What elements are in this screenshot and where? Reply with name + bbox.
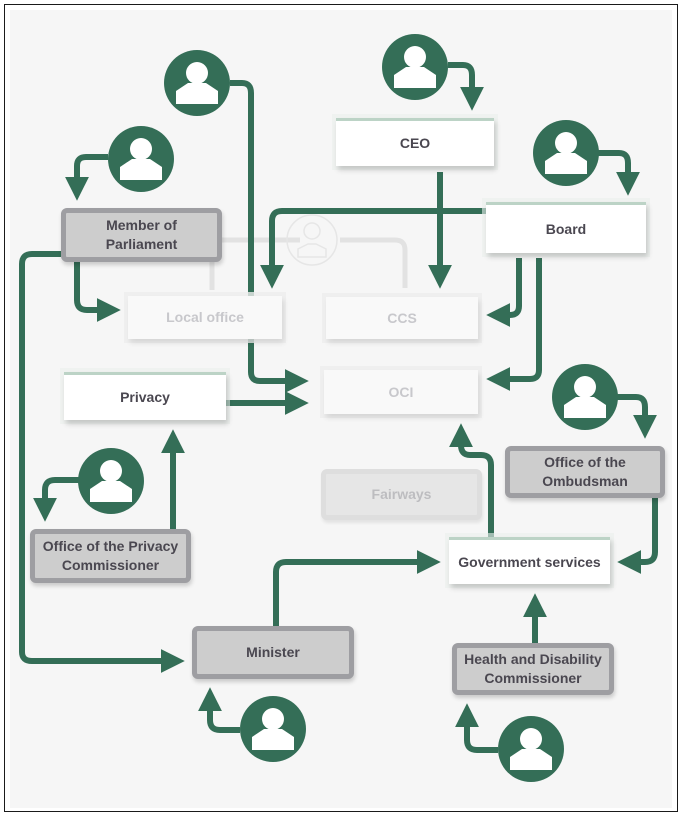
node-ceo[interactable]: CEO xyxy=(336,118,494,166)
node-board-label: Board xyxy=(545,220,587,237)
link-board-to-ccs xyxy=(486,258,522,327)
person-icon xyxy=(240,696,306,762)
node-government-services-label: Government services xyxy=(458,553,601,570)
node-fairways[interactable]: Fairways xyxy=(321,469,482,520)
node-ccs-label: CCS xyxy=(387,309,417,326)
link-person-to-board xyxy=(597,150,640,196)
node-office-of-the-privacy-commissioner[interactable]: Office of the Privacy Commissioner xyxy=(30,529,191,583)
node-privacy[interactable]: Privacy xyxy=(64,372,226,420)
link-board-to-local-office xyxy=(260,208,486,289)
node-member-of-parliament-label: Member of Parliament xyxy=(105,217,178,252)
person-icon xyxy=(533,120,599,186)
person-icon xyxy=(498,716,564,782)
node-office-of-the-privacy-commissioner-label: Office of the Privacy Commissioner xyxy=(42,538,179,573)
person-icon xyxy=(164,50,230,116)
link-person-to-minister xyxy=(198,687,240,733)
link-person-to-mp xyxy=(65,154,108,201)
node-oci[interactable]: OCI xyxy=(324,370,478,414)
node-office-of-the-ombudsman[interactable]: Office of the Ombudsman xyxy=(505,446,665,498)
node-minister[interactable]: Minister xyxy=(192,626,354,679)
node-local-office-label: Local office xyxy=(166,309,244,325)
link-mp-to-local-office xyxy=(74,262,121,322)
node-oci-label: OCI xyxy=(388,383,414,400)
link-ombudsman-to-govt xyxy=(617,498,658,574)
node-fairways-label: Fairways xyxy=(371,486,432,502)
node-ceo-label: CEO xyxy=(399,135,431,151)
node-minister-label: Minister xyxy=(246,644,300,660)
link-person-to-opc xyxy=(33,477,82,522)
ghost-mp-to-local xyxy=(209,237,300,290)
node-office-of-the-ombudsman-label: Office of the Ombudsman xyxy=(542,454,628,489)
node-government-services[interactable]: Government services xyxy=(449,537,610,584)
person-icon xyxy=(78,448,144,514)
ghost-person-to-ccs xyxy=(340,237,408,288)
link-person-to-hdc xyxy=(455,703,498,753)
link-minister-to-govt xyxy=(273,550,441,626)
node-health-and-disability-commissioner[interactable]: Health and Disability Commissioner xyxy=(452,643,614,695)
person-icon xyxy=(552,364,618,430)
node-local-office[interactable]: Local office xyxy=(128,296,282,339)
person-icon xyxy=(108,126,174,192)
node-health-and-disability-commissioner-label: Health and Disability Commissioner xyxy=(464,651,602,686)
person-icon xyxy=(382,34,448,100)
link-person-to-ceo xyxy=(448,62,484,111)
node-privacy-label: Privacy xyxy=(120,389,170,405)
node-board[interactable]: Board xyxy=(486,202,646,253)
node-ccs[interactable]: CCS xyxy=(326,297,478,339)
node-member-of-parliament[interactable]: Member of Parliament xyxy=(61,208,222,262)
